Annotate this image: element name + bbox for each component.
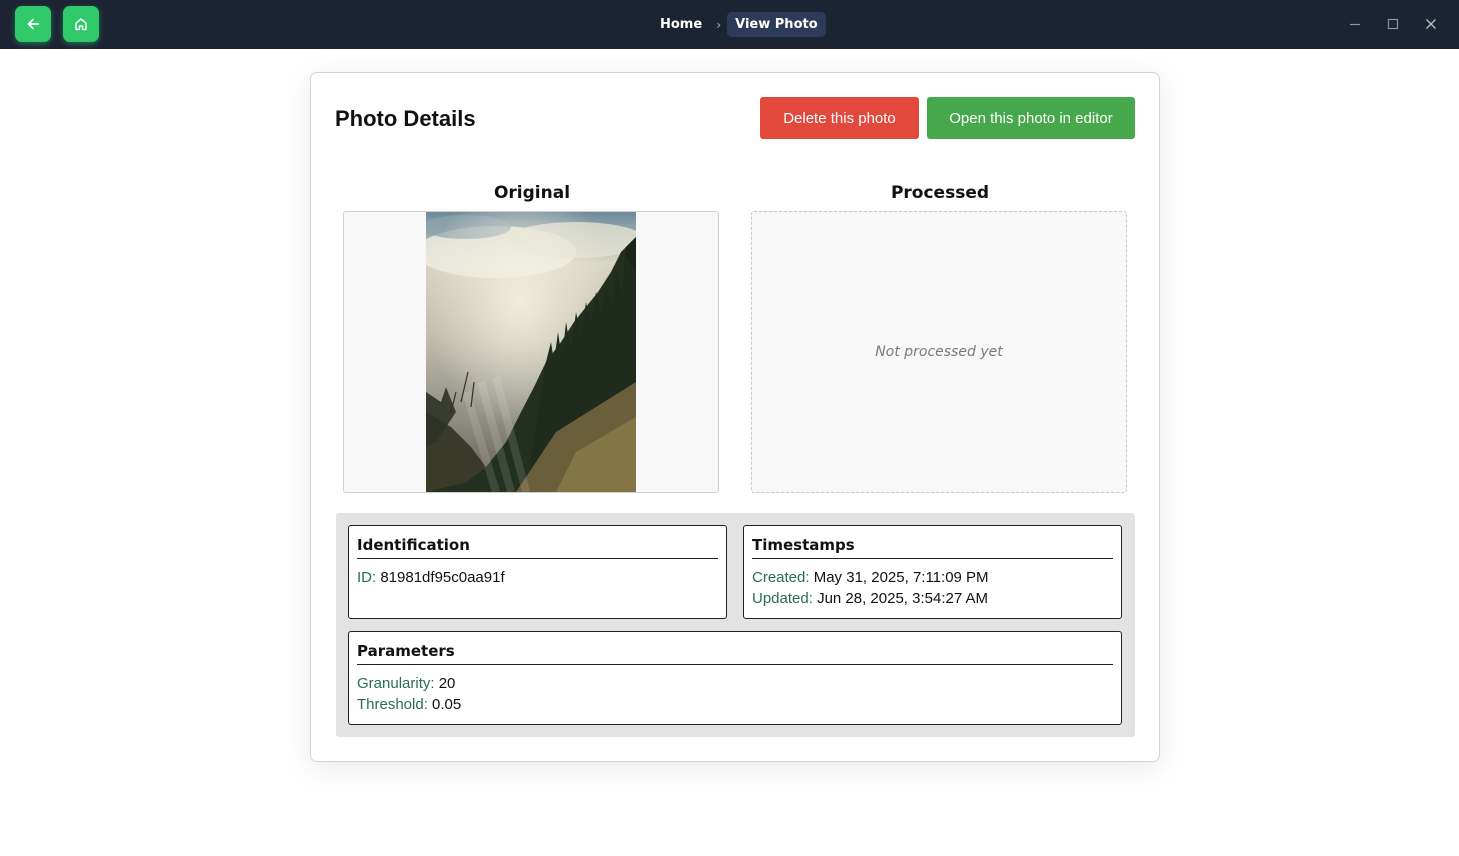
parameters-title: Parameters [357,642,1113,665]
home-button[interactable] [63,6,99,42]
breadcrumb: Home › View Photo [652,12,826,37]
home-icon [75,18,87,31]
breadcrumb-separator: › [716,17,722,32]
id-value: 81981df95c0aa91f [380,569,505,586]
created-row: Created: May 31, 2025, 7:11:09 PM [752,567,1113,588]
threshold-row: Threshold: 0.05 [357,694,1113,715]
granularity-value: 20 [438,675,456,692]
granularity-label: Granularity: [357,675,435,692]
original-image-pane [343,211,719,493]
open-in-editor-button[interactable]: Open this photo in editor [927,97,1135,139]
processed-image-pane: Not processed yet [751,211,1127,493]
updated-row: Updated: Jun 28, 2025, 3:54:27 AM [752,588,1113,609]
close-icon [1426,19,1436,29]
original-photo[interactable] [426,212,636,492]
arrow-left-icon [27,18,39,30]
maximize-icon [1387,18,1399,30]
identification-box: Identification ID: 81981df95c0aa91f [348,525,727,619]
granularity-row: Granularity: 20 [357,673,1113,694]
created-label: Created: [752,569,810,586]
original-title: Original [493,183,571,203]
close-button[interactable] [1421,14,1441,34]
id-row: ID: 81981df95c0aa91f [357,567,718,588]
identification-title: Identification [357,536,718,559]
parameters-box: Parameters Granularity: 20 Threshold: 0.… [348,631,1122,725]
breadcrumb-current: View Photo [727,12,826,37]
breadcrumb-home[interactable]: Home [652,17,710,32]
timestamps-box: Timestamps Created: May 31, 2025, 7:11:0… [743,525,1122,619]
updated-value: Jun 28, 2025, 3:54:27 AM [817,590,989,607]
minimize-icon [1350,23,1360,26]
threshold-label: Threshold: [357,696,428,713]
photo-details-card: Photo Details Delete this photo Open thi… [310,72,1160,762]
updated-label: Updated: [752,590,813,607]
timestamps-title: Timestamps [752,536,1113,559]
minimize-button[interactable] [1345,14,1365,34]
info-panel: Identification ID: 81981df95c0aa91f Time… [336,513,1135,737]
threshold-value: 0.05 [432,696,462,713]
maximize-button[interactable] [1383,14,1403,34]
created-value: May 31, 2025, 7:11:09 PM [813,569,989,586]
back-button[interactable] [15,6,51,42]
delete-photo-button[interactable]: Delete this photo [760,97,919,139]
title-bar: Home › View Photo [0,0,1459,49]
id-label: ID: [357,569,377,586]
page-title: Photo Details [335,106,476,131]
processed-title: Processed [890,183,990,203]
not-processed-label: Not processed yet [875,344,1003,360]
